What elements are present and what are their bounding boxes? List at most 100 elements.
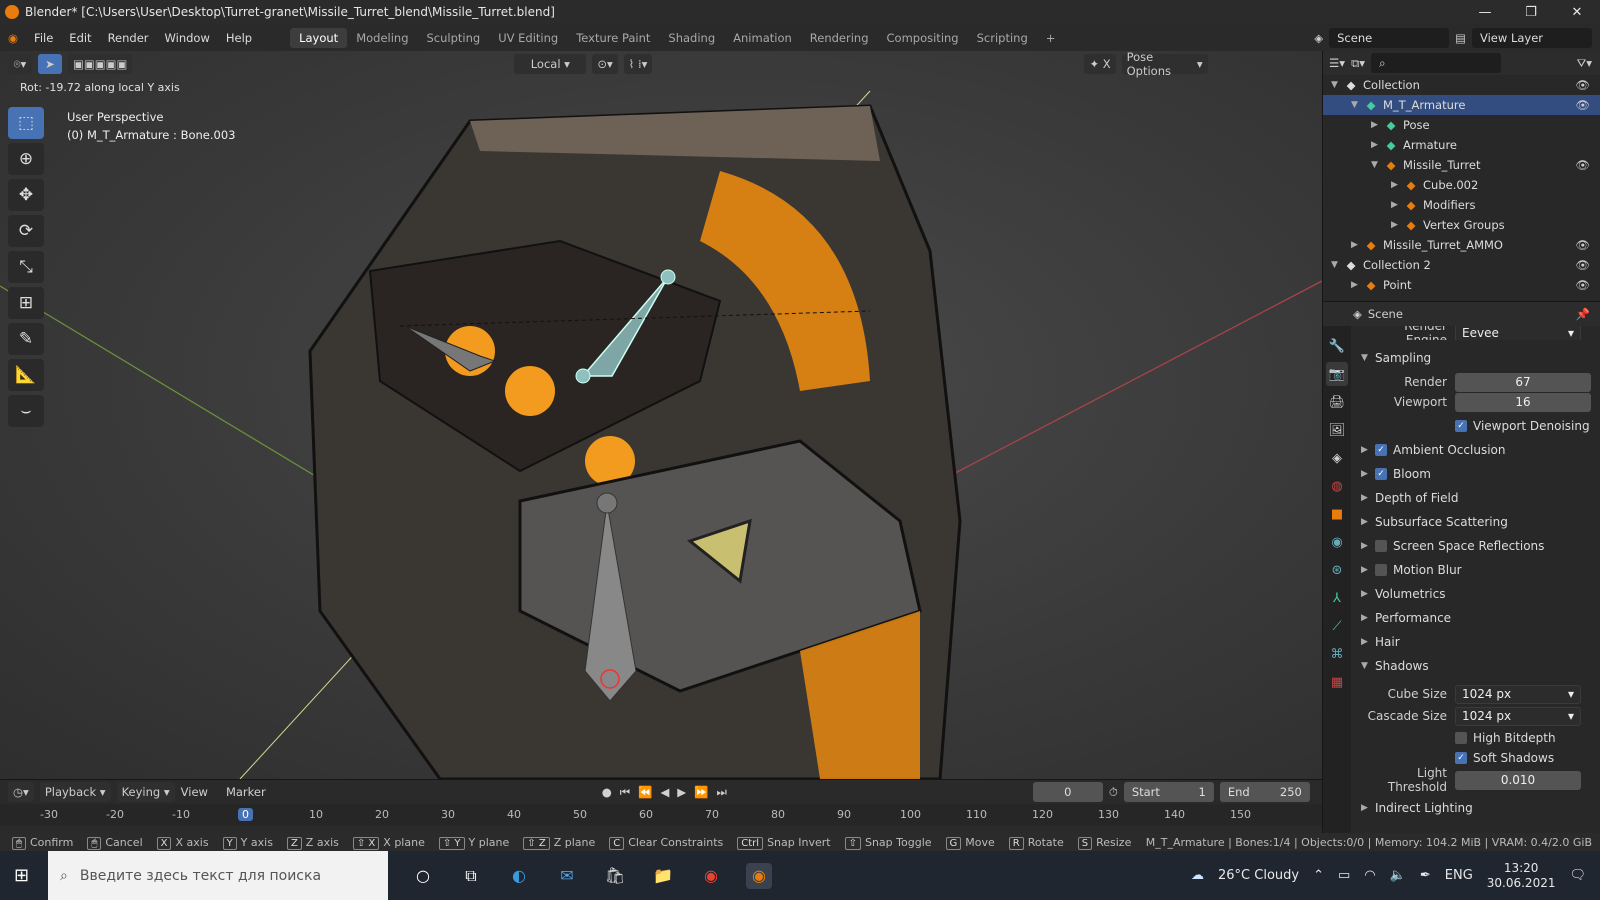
panel-header[interactable]: ▶ Performance — [1353, 606, 1600, 630]
outliner-row[interactable]: ▶ ◆ Modifiers — [1323, 195, 1600, 215]
pose-x-mirror-icon[interactable]: ✦ X — [1084, 54, 1116, 74]
panel-checkbox[interactable] — [1375, 540, 1387, 552]
panel-header[interactable]: ▶ Screen Space Reflections — [1353, 534, 1600, 558]
wifi-icon[interactable]: ◠ — [1364, 868, 1375, 883]
panel-header[interactable]: ▶ Depth of Field — [1353, 486, 1600, 510]
bone-tab-icon[interactable]: ⟋ — [1326, 614, 1348, 638]
expand-down-icon[interactable]: ▼ — [1371, 160, 1383, 170]
menu-help[interactable]: Help — [218, 31, 260, 45]
output-tab-icon[interactable]: 🖨 — [1326, 390, 1348, 414]
add-workspace-icon[interactable]: + — [1037, 28, 1065, 48]
notifications-icon[interactable]: 🗨 — [1569, 868, 1586, 883]
expand-right-icon[interactable]: ▶ — [1351, 280, 1363, 290]
menu-file[interactable]: File — [26, 31, 61, 45]
current-frame-field[interactable]: 0 — [1032, 782, 1103, 802]
light-threshold-field[interactable]: 0.010 — [1455, 770, 1581, 790]
weather-icon[interactable]: ☁ — [1191, 868, 1204, 883]
transform-tool-icon[interactable]: ⊞ — [8, 287, 44, 319]
sampling-panel-header[interactable]: ▼ Sampling — [1353, 346, 1600, 370]
panel-checkbox[interactable] — [1375, 564, 1387, 576]
object-tab-icon[interactable]: ■ — [1326, 502, 1348, 526]
view-layer-icon[interactable]: ▤ — [1455, 31, 1466, 45]
frame-ruler[interactable]: -30 -20 -10 0 10 20 30 40 50 60 70 80 90… — [0, 804, 1322, 826]
shadows-panel-header[interactable]: ▼ Shadows — [1353, 654, 1600, 678]
physics-tab-icon[interactable]: ⊛ — [1326, 558, 1348, 582]
playhead-frame[interactable]: 0 — [238, 808, 253, 821]
render-engine-dropdown[interactable]: Eevee ▾ — [1455, 326, 1581, 340]
render-tab-icon[interactable]: 📷 — [1326, 362, 1348, 386]
panel-header[interactable]: ▶ Hair — [1353, 630, 1600, 654]
transform-orientation-dropdown[interactable]: Local ▾ — [514, 54, 587, 74]
cube-size-dropdown[interactable]: 1024 px ▾ — [1455, 684, 1581, 704]
minimize-icon[interactable]: — — [1462, 5, 1508, 20]
properties-panel[interactable]: ◈ Scene 📌 🔧 📷 🖨 🖼 ◈ ◍ ■ ◉ ⊛ ⅄ ⟋ ⌘ ▦ Rend… — [1322, 301, 1600, 833]
outliner-row[interactable]: ▶ ◆ Cube.002 — [1323, 175, 1600, 195]
menu-window[interactable]: Window — [157, 31, 218, 45]
visibility-eye-icon[interactable]: 👁 — [1575, 158, 1590, 172]
weather-text[interactable]: 26°C Cloudy — [1218, 868, 1299, 883]
clock[interactable]: 13:20 30.06.2021 — [1487, 861, 1556, 891]
store-icon[interactable]: 🛍 — [602, 863, 628, 889]
select-tool-icon[interactable]: ⬚ — [8, 107, 44, 139]
move-tool-icon[interactable]: ✥ — [8, 179, 44, 211]
visibility-eye-icon[interactable]: 👁 — [1575, 258, 1590, 272]
language-indicator[interactable]: ENG — [1445, 868, 1473, 883]
visibility-eye-icon[interactable]: 👁 — [1575, 98, 1590, 112]
panel-checkbox[interactable]: ✓ — [1375, 468, 1387, 480]
expand-right-icon[interactable]: ▶ — [1351, 240, 1363, 250]
scene-tab-icon[interactable]: ◈ — [1326, 446, 1348, 470]
scene-selector[interactable]: Scene — [1329, 27, 1450, 48]
indirect-lighting-header[interactable]: ▶ Indirect Lighting — [1353, 796, 1600, 820]
timeline-editor[interactable]: ◷▾ Playback ▾ Keying ▾ View Marker ● ⏮ ⏪… — [0, 779, 1322, 833]
expand-right-icon[interactable]: ▶ — [1361, 589, 1375, 599]
tab-shading[interactable]: Shading — [659, 28, 724, 48]
expand-right-icon[interactable]: ▶ — [1361, 493, 1375, 503]
soft-shadows-row[interactable]: ✓ Soft Shadows — [1353, 748, 1600, 768]
expand-right-icon[interactable]: ▶ — [1361, 469, 1375, 479]
outliner-row[interactable]: ▶ ◆ Pose — [1323, 115, 1600, 135]
taskbar-search-input[interactable]: ⌕ Введите здесь текст для поиска — [48, 851, 388, 900]
soft-shadows-checkbox[interactable]: ✓ — [1455, 752, 1467, 764]
viewport-samples-field[interactable]: 16 — [1455, 392, 1591, 412]
viewport-denoising-checkbox[interactable]: ✓ — [1455, 420, 1467, 432]
tab-uv-editing[interactable]: UV Editing — [489, 28, 567, 48]
texture-tab-icon[interactable]: ▦ — [1326, 670, 1348, 694]
outliner-row[interactable]: ▶ ◆ Armature — [1323, 135, 1600, 155]
expand-right-icon[interactable]: ▶ — [1391, 220, 1403, 230]
tab-compositing[interactable]: Compositing — [878, 28, 968, 48]
cursor-tool-icon[interactable]: ⊕ — [8, 143, 44, 175]
modifier-tab-icon[interactable]: ◉ — [1326, 530, 1348, 554]
expand-down-icon[interactable]: ▼ — [1351, 100, 1363, 110]
menu-edit[interactable]: Edit — [61, 31, 99, 45]
pose-options-dropdown[interactable]: Pose Options ▾ — [1121, 51, 1208, 78]
keying-menu[interactable]: Keying ▾ — [116, 782, 175, 802]
cortana-icon[interactable]: ○ — [410, 863, 436, 889]
timeline-view-menu[interactable]: View — [181, 785, 208, 799]
expand-right-icon[interactable]: ▶ — [1391, 200, 1403, 210]
select-mode-icon[interactable]: ➤ — [38, 54, 62, 74]
tab-layout[interactable]: Layout — [290, 27, 348, 48]
expand-right-icon[interactable]: ▶ — [1361, 565, 1375, 575]
visibility-eye-icon[interactable]: 👁 — [1575, 278, 1590, 292]
volume-icon[interactable]: 🔈 — [1390, 868, 1406, 883]
tab-rendering[interactable]: Rendering — [801, 28, 878, 48]
view-layer-selector[interactable]: View Layer — [1472, 27, 1592, 48]
world-tab-icon[interactable]: ◍ — [1326, 474, 1348, 498]
end-frame-field[interactable]: End 250 — [1219, 782, 1310, 802]
tool-tab-icon[interactable]: 🔧 — [1326, 334, 1348, 358]
scene-icon[interactable]: ◈ — [1314, 31, 1323, 45]
panel-header[interactable]: ▶ Subsurface Scattering — [1353, 510, 1600, 534]
tab-scripting[interactable]: Scripting — [968, 28, 1037, 48]
blender-menu-icon[interactable]: ◉ — [0, 31, 26, 45]
playback-menu[interactable]: Playback ▾ — [39, 782, 111, 802]
outliner-editor-type-icon[interactable]: ☰▾ — [1329, 56, 1345, 70]
blender-taskbar-icon[interactable]: ◉ — [746, 862, 772, 889]
outliner-row[interactable]: ▶ ◆ Missile_Turret_AMMO 👁 — [1323, 235, 1600, 255]
panel-header[interactable]: ▶ Motion Blur — [1353, 558, 1600, 582]
play-icon[interactable]: ▶ — [677, 785, 686, 800]
expand-right-icon[interactable]: ▶ — [1361, 517, 1375, 527]
tab-texture-paint[interactable]: Texture Paint — [567, 28, 659, 48]
outliner-row[interactable]: ▶ ◆ Point 👁 — [1323, 275, 1600, 295]
editor-type-button[interactable]: ⌾▾ — [8, 54, 32, 74]
object-data-tab-icon[interactable]: ⅄ — [1326, 586, 1348, 610]
